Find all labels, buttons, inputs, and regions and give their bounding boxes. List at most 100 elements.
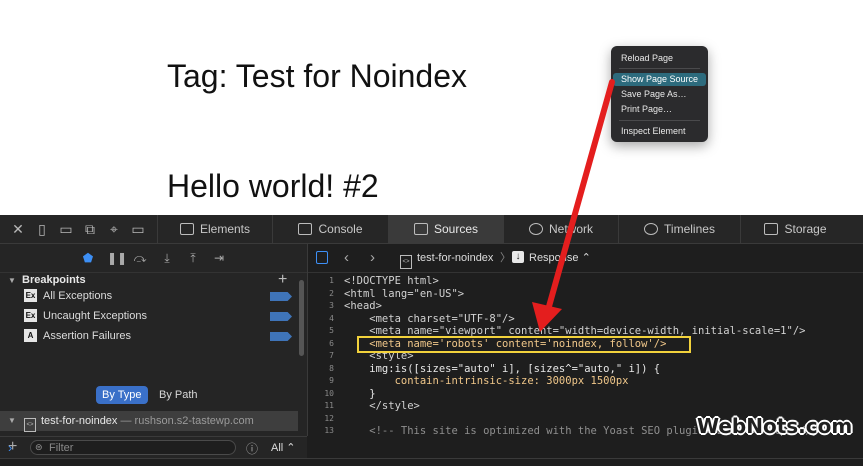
- tab-label: Storage: [784, 222, 827, 236]
- scrollbar[interactable]: [299, 280, 304, 356]
- forward-icon[interactable]: ›: [370, 244, 375, 272]
- sidebar-toggle-icon[interactable]: [316, 251, 328, 264]
- disclosure-triangle-icon[interactable]: ▼: [8, 276, 16, 285]
- tab-network[interactable]: Network: [503, 215, 618, 243]
- continue-icon[interactable]: ⇥: [212, 251, 226, 265]
- source-breadcrumb[interactable]: <> test-for-noindex: [394, 244, 493, 272]
- line-number: 4: [329, 313, 334, 323]
- tab-storage[interactable]: Storage: [740, 215, 850, 243]
- breakpoint-item[interactable]: A Assertion Failures: [24, 327, 131, 345]
- tab-sources[interactable]: Sources: [388, 215, 503, 243]
- breadcrumb-file: test-for-noindex: [417, 252, 494, 264]
- line-number: 3: [329, 301, 334, 310]
- info-icon[interactable]: ⓘ: [246, 440, 258, 457]
- dock-left-icon[interactable]: ▯: [34, 221, 50, 237]
- device-icon[interactable]: ▭: [130, 221, 146, 237]
- scope-select[interactable]: All ⌃: [271, 441, 296, 454]
- sources-navigator: ⬟ ❚❚ ⤼ ⤓ ⤒ ⇥ ▼ Breakpoints + Ex All Excep…: [0, 244, 308, 436]
- code-editor[interactable]: 1 <!DOCTYPE html> 2 <html lang="en-US"> 3 <…: [308, 275, 863, 436]
- line-text: </style>: [344, 400, 420, 412]
- step-into-icon[interactable]: ⤓: [160, 251, 174, 265]
- group-by-type-button[interactable]: By Type: [96, 386, 148, 404]
- document-icon: <>: [400, 255, 412, 269]
- tab-label: Console: [318, 222, 363, 236]
- console-prompt-icon[interactable]: ›: [8, 440, 12, 455]
- storage-icon: [764, 223, 779, 235]
- download-icon: ↓: [512, 251, 524, 263]
- line-text: <!DOCTYPE html>: [344, 275, 439, 287]
- line-number: 11: [324, 401, 334, 410]
- step-over-icon[interactable]: ⤼: [133, 251, 147, 265]
- breakpoints-toggle-icon[interactable]: ⬟: [81, 251, 95, 265]
- breakpoint-marker-icon[interactable]: [270, 292, 292, 301]
- line-number: 12: [324, 413, 334, 423]
- breakpoint-marker-icon[interactable]: [270, 312, 292, 321]
- document-icon: <>: [24, 418, 36, 432]
- watermark-logo: WebNots.com: [697, 414, 853, 438]
- close-icon[interactable]: ✕: [10, 221, 26, 237]
- line-number: 13: [324, 426, 334, 435]
- tab-label: Network: [548, 222, 593, 236]
- tab-label: Sources: [433, 222, 479, 236]
- highlight-annotation: [357, 336, 691, 353]
- line-text: <html lang="en-US">: [344, 287, 465, 300]
- tab-console[interactable]: Console: [272, 215, 388, 243]
- filter-icon: ⊜: [35, 442, 43, 452]
- resource-name: test-for-noindex: [41, 415, 118, 427]
- elements-icon: [179, 223, 194, 235]
- back-icon[interactable]: ‹: [344, 244, 349, 272]
- line-text: contain-intrinsic-size: 3000px 1500px: [344, 375, 629, 387]
- line-text: <head>: [344, 300, 382, 312]
- source-toolbar: ‹ › <> test-for-noindex 〉 ↓ Response ⌃: [308, 244, 863, 273]
- page-heading: Tag: Test for Noindex: [167, 58, 468, 94]
- breakpoints-title: Breakpoints: [22, 274, 86, 286]
- line-number: 5: [329, 326, 334, 335]
- page-viewport: Tag: Test for Noindex Hello world! #2: [0, 0, 863, 215]
- line-number: 9: [329, 376, 334, 385]
- response-select[interactable]: Response ⌃: [529, 244, 591, 272]
- scope-label: All: [271, 442, 284, 454]
- breakpoint-marker-icon[interactable]: [270, 332, 292, 341]
- step-out-icon[interactable]: ⤒: [186, 251, 200, 265]
- dock-bottom-icon[interactable]: ▭: [58, 221, 74, 237]
- resource-domain: — rushson.s2-tastewp.com: [120, 415, 254, 427]
- context-menu: Reload Page Show Page Source Save Page A…: [611, 46, 708, 142]
- undock-icon[interactable]: ⧉: [82, 221, 98, 237]
- network-icon: [528, 223, 543, 235]
- resource-label-wrap: <> test-for-noindex — rushson.s2-tastewp.…: [18, 411, 254, 432]
- pause-icon[interactable]: ❚❚: [107, 251, 127, 265]
- line-number: 10: [324, 388, 334, 398]
- chevron-right-icon: 〉: [500, 252, 511, 264]
- line-text: }: [344, 387, 376, 400]
- tab-label: Elements: [199, 222, 251, 236]
- exception-icon: Ex: [24, 289, 37, 302]
- menu-item-inspect-element[interactable]: Inspect Element: [613, 125, 706, 138]
- breakpoint-item[interactable]: Ex Uncaught Exceptions: [24, 307, 147, 325]
- breakpoint-item[interactable]: Ex All Exceptions: [24, 287, 112, 305]
- line-number: 8: [329, 363, 334, 373]
- tab-label: Timelines: [664, 222, 715, 236]
- breakpoint-label: Assertion Failures: [43, 330, 132, 342]
- inspector-tab-bar: ✕ ▯ ▭ ⧉ ⌖ ▭ Elements Console Sources Net…: [0, 215, 863, 244]
- menu-item-print-page[interactable]: Print Page…: [613, 103, 706, 116]
- tab-timelines[interactable]: Timelines: [618, 215, 740, 243]
- line-text: img:is([sizes="auto" i], [sizes^="auto,"…: [344, 362, 661, 375]
- resource-item[interactable]: ▼ <> test-for-noindex — rushson.s2-tastew…: [0, 411, 298, 432]
- add-breakpoint-icon[interactable]: +: [278, 271, 287, 289]
- exception-icon: Ex: [24, 309, 37, 322]
- disclosure-triangle-icon[interactable]: ▼: [8, 411, 16, 431]
- menu-item-save-page-as[interactable]: Save Page As…: [613, 88, 706, 101]
- assertion-icon: A: [24, 329, 37, 342]
- response-label: Response: [529, 252, 579, 264]
- group-by-path-button[interactable]: By Path: [153, 386, 204, 404]
- line-number: 6: [329, 338, 334, 348]
- menu-item-reload-page[interactable]: Reload Page: [613, 52, 706, 65]
- element-selection-icon[interactable]: ⌖: [106, 221, 122, 237]
- menu-item-show-page-source[interactable]: Show Page Source: [613, 73, 706, 86]
- sources-icon: [413, 223, 428, 235]
- tab-elements[interactable]: Elements: [157, 215, 272, 243]
- line-number: 2: [329, 288, 334, 298]
- timelines-icon: [644, 223, 659, 235]
- post-title[interactable]: Hello world! #2: [167, 168, 379, 205]
- filter-input[interactable]: Filter: [30, 440, 236, 455]
